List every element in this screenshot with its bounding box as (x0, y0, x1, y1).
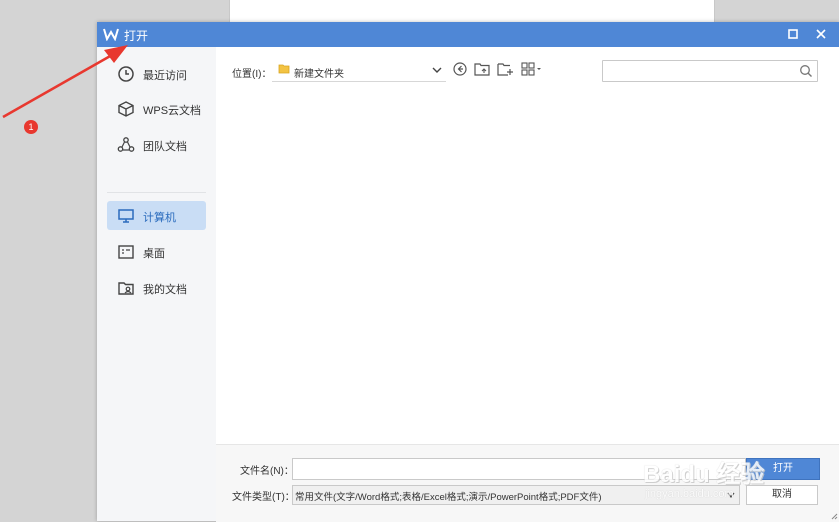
cloud-box-icon (118, 101, 134, 117)
sidebar-item-recent[interactable]: 最近访问 (107, 59, 206, 88)
footer-panel: 文件名(N)： 文件类型(T)： 常用文件(文字/Word格式;表格/Excel… (216, 444, 839, 522)
wps-logo-icon (103, 28, 119, 41)
sidebar-item-label: 桌面 (143, 248, 165, 260)
view-mode-icon[interactable] (521, 61, 543, 77)
clock-icon (118, 66, 134, 82)
location-dropdown[interactable]: 新建文件夹 (272, 59, 446, 82)
sidebar-divider (107, 192, 206, 193)
sidebar-item-label: 最近访问 (143, 70, 187, 82)
filename-input[interactable] (292, 458, 746, 480)
background-document (229, 0, 715, 22)
new-folder-icon[interactable] (497, 61, 513, 77)
sidebar-item-my-documents[interactable]: 我的文档 (107, 273, 206, 302)
sidebar-item-computer[interactable]: 计算机 (107, 201, 206, 230)
my-documents-icon (118, 282, 134, 295)
main-pane: 位置(I)： 新建文件夹 文件名(N)： 文件类型(T)： 常用文件(文字/Wo… (216, 47, 839, 522)
close-button[interactable] (811, 24, 831, 44)
sidebar-item-team-docs[interactable]: 团队文档 (107, 130, 206, 159)
location-value: 新建文件夹 (294, 69, 344, 80)
resize-grip-icon[interactable] (830, 512, 838, 520)
filename-label: 文件名(N)： (240, 466, 294, 477)
sidebar-item-wps-cloud[interactable]: WPS云文档 (107, 94, 206, 123)
search-input[interactable] (602, 60, 818, 82)
sidebar-item-label: 计算机 (143, 212, 176, 224)
open-button[interactable]: 打开 (746, 458, 820, 480)
back-icon[interactable] (452, 61, 468, 77)
dialog-title: 打开 (124, 29, 149, 43)
chevron-down-icon (432, 67, 442, 73)
file-list[interactable] (216, 87, 839, 443)
up-folder-icon[interactable] (474, 61, 490, 77)
sidebar-item-label: 我的文档 (143, 284, 187, 296)
team-icon (117, 137, 135, 152)
cancel-button[interactable]: 取消 (746, 485, 818, 505)
close-icon (816, 29, 826, 39)
title-bar[interactable]: 打开 (97, 22, 839, 47)
desktop-icon (118, 245, 134, 259)
filetype-label: 文件类型(T)： (232, 492, 295, 503)
sidebar: 最近访问 WPS云文档 团队文档 计算机 桌面 我的文档 (97, 47, 216, 521)
filetype-select[interactable]: 常用文件(文字/Word格式;表格/Excel格式;演示/PowerPoint格… (292, 485, 740, 505)
chevron-down-icon (727, 492, 735, 498)
location-label: 位置(I)： (232, 69, 272, 80)
computer-icon (118, 209, 134, 223)
search-icon (800, 65, 812, 77)
open-file-dialog: 打开 最近访问 WPS云文档 团队文档 计算机 桌面 我的文档 位置(I)： 新… (97, 22, 839, 522)
folder-icon (278, 64, 290, 74)
sidebar-item-desktop[interactable]: 桌面 (107, 237, 206, 266)
annotation-badge: 1 (24, 120, 38, 134)
maximize-button[interactable] (783, 24, 803, 44)
sidebar-item-label: 团队文档 (143, 141, 187, 153)
sidebar-item-label: WPS云文档 (143, 105, 202, 117)
maximize-icon (788, 29, 798, 39)
filetype-value: 常用文件(文字/Word格式;表格/Excel格式;演示/PowerPoint格… (295, 492, 602, 503)
